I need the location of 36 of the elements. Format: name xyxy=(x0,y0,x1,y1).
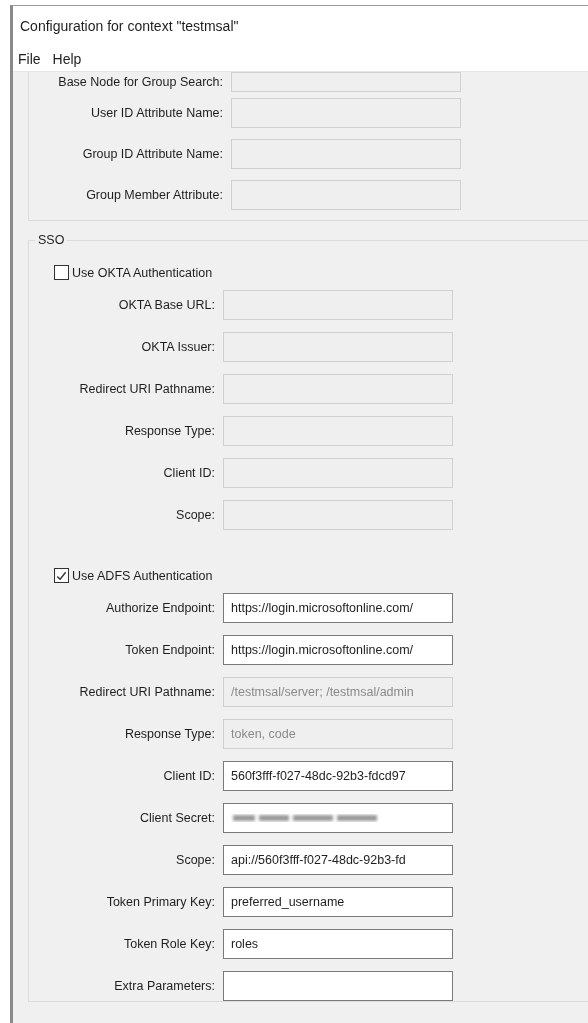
field-label: Token Role Key: xyxy=(122,937,216,951)
field-label: Client Secret: xyxy=(138,811,216,825)
field-label: Response Type: xyxy=(123,727,216,741)
field-label: Redirect URI Pathname: xyxy=(78,382,216,396)
field-label: Group ID Attribute Name: xyxy=(81,147,224,161)
text-field[interactable]: https://login.microsoftonline.com/ xyxy=(223,593,453,623)
text-field[interactable]: api://560f3fff-f027-48dc-92b3-fd xyxy=(223,845,453,875)
field-label: Client ID: xyxy=(162,466,216,480)
checkbox-label[interactable]: Use ADFS Authentication xyxy=(72,568,213,583)
checkbox[interactable] xyxy=(54,265,69,280)
field-label: OKTA Issuer: xyxy=(140,340,216,354)
window-title: Configuration for context "testmsal" xyxy=(20,18,239,34)
field-label: OKTA Base URL: xyxy=(117,298,216,312)
field-label: Group Member Attribute: xyxy=(85,188,224,202)
field-label: Response Type: xyxy=(123,424,216,438)
text-field[interactable]: roles xyxy=(223,929,453,959)
text-field[interactable] xyxy=(223,971,453,1001)
menu-item[interactable]: Help xyxy=(52,50,82,67)
field-label: Client ID: xyxy=(162,769,216,783)
field-label: User ID Attribute Name: xyxy=(90,106,224,120)
text-field[interactable] xyxy=(223,803,453,833)
field-label: Redirect URI Pathname: xyxy=(78,685,216,699)
group-title: SSO xyxy=(37,233,66,247)
menu-item[interactable]: File xyxy=(18,50,41,67)
field-label: Authorize Endpoint: xyxy=(104,601,216,615)
field-label: Extra Parameters: xyxy=(113,979,216,993)
checkbox[interactable] xyxy=(54,568,69,583)
field-label: Token Primary Key: xyxy=(105,895,216,909)
field-label: Base Node for Group Search: xyxy=(57,75,224,89)
text-field[interactable]: preferred_username xyxy=(223,887,453,917)
field-label: Token Endpoint: xyxy=(124,643,216,657)
field-label: Scope: xyxy=(175,508,216,522)
text-field[interactable]: 560f3fff-f027-48dc-92b3-fdcd97 xyxy=(223,761,453,791)
field-label: Scope: xyxy=(175,853,216,867)
text-field[interactable]: https://login.microsoftonline.com/ xyxy=(223,635,453,665)
checkbox-label[interactable]: Use OKTA Authentication xyxy=(72,265,213,280)
